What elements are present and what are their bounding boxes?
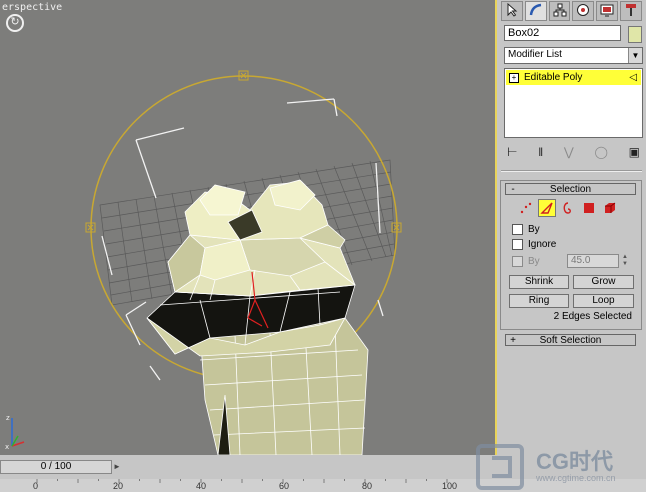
hammer-icon [624,3,638,20]
ring-button[interactable]: Ring [509,294,569,308]
tick-label: 100 [442,481,458,491]
display-tab[interactable] [596,1,619,21]
tick-label: 20 [113,481,124,491]
viewport-label[interactable]: erspective [2,2,62,13]
perspective-viewport[interactable]: erspective ↻ z x [0,0,497,455]
next-frame-icon[interactable]: ► [113,460,122,474]
time-slider[interactable]: 0 / 100 [0,460,112,474]
loop-button[interactable]: Loop [573,294,634,308]
cursor-arrow-icon [506,2,518,20]
stack-toolbar: ⊢ ‖ ⋁ ◯ ▣ [507,143,640,161]
ignore-backfacing-option[interactable]: Ignore [512,239,556,250]
polygon-mode-icon[interactable] [580,199,598,217]
modifier-stack[interactable]: + Editable Poly ◁ [504,68,643,138]
subobject-level-buttons [517,199,627,217]
angle-value[interactable]: 45.0 [567,254,619,268]
expand-icon[interactable]: + [509,72,519,83]
tick-label: 40 [196,481,207,491]
command-panel-tabs [501,1,642,21]
modifier-list-dropdown[interactable]: Modifier List ▼ [504,47,643,64]
soft-selection-rollout-header[interactable]: + Soft Selection [505,334,636,346]
stack-item-label: Editable Poly [524,72,583,83]
track-bar[interactable]: 0 20 40 60 80 100 [0,479,646,492]
svg-text:x: x [5,443,9,450]
panel-divider [501,170,642,172]
modify-tab[interactable] [524,1,547,21]
hierarchy-tab[interactable] [548,1,571,21]
ignore-backfacing-label: Ignore [528,239,557,250]
tick-label: 60 [279,481,290,491]
track-ticks [36,479,448,483]
tick-label: 0 [33,481,39,491]
by-angle-option[interactable]: By [512,256,540,267]
collapse-sign: - [511,183,515,195]
pin-stack-icon[interactable]: ⊢ [507,145,517,159]
by-angle-label: By [528,256,540,267]
object-name-field[interactable]: Box02 [504,25,621,41]
axis-tripod-icon: z x [5,414,25,450]
chevron-down-icon[interactable]: ▼ [628,48,642,63]
display-icon [600,3,614,20]
show-end-result-icon[interactable]: ‖ [538,145,543,159]
object-color-swatch[interactable] [628,26,642,43]
ignore-backfacing-checkbox[interactable] [512,239,523,250]
motion-tab[interactable] [572,1,595,21]
by-vertex-label: By [528,224,540,235]
by-angle-checkbox[interactable] [512,256,523,267]
angle-spinner[interactable]: 45.0 ▲ ▼ [567,254,629,268]
make-unique-icon[interactable]: ⋁ [564,145,574,159]
shrink-button[interactable]: Shrink [509,275,569,289]
soft-selection-title: Soft Selection [539,334,602,346]
configure-sets-icon[interactable]: ▣ [629,145,640,159]
edge-subobject-icon: ◁ [629,72,637,83]
grow-button[interactable]: Grow [573,275,634,289]
modify-curve-icon [529,3,543,20]
hierarchy-icon [553,3,567,20]
create-tab[interactable] [501,1,523,21]
utilities-tab[interactable] [620,1,642,21]
spinner-arrows-icon[interactable]: ▲ ▼ [622,254,630,268]
tick-label: 80 [362,481,373,491]
selection-rollout-header[interactable]: - Selection [505,183,636,195]
modifier-list-label: Modifier List [508,49,562,60]
expand-sign: + [510,334,516,346]
element-mode-icon[interactable] [601,199,619,217]
selection-title: Selection [549,183,592,195]
border-mode-icon[interactable] [559,199,577,217]
remove-modifier-icon[interactable]: ◯ [594,145,607,159]
rotate-icon[interactable]: ↻ [6,14,24,32]
viewport-scene[interactable] [0,0,497,455]
selection-status: 2 Edges Selected [553,311,632,322]
timeline-bar: 0 / 100 ► 0 20 40 60 80 100 [0,455,646,492]
by-vertex-checkbox[interactable] [512,224,523,235]
svg-text:z: z [6,414,10,422]
motion-icon [576,3,590,20]
by-vertex-option[interactable]: By [512,224,540,235]
vertex-mode-icon[interactable] [517,199,535,217]
stack-item-editable-poly[interactable]: + Editable Poly ◁ [506,70,641,85]
edge-mode-icon[interactable] [538,199,556,217]
